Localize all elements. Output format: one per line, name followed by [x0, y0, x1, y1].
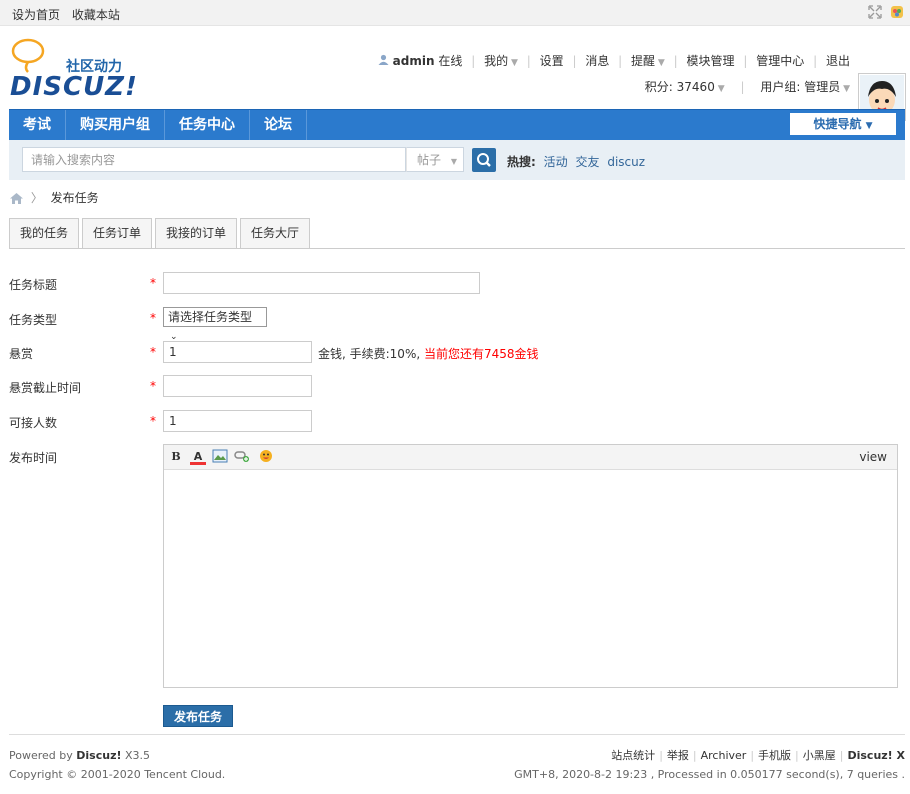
editor-toolbar: B A view [164, 445, 897, 470]
deadline-input[interactable] [163, 375, 312, 397]
footer-right: 站点统计 | 举报 | Archiver | 手机版 | 小黑屋 | Discuz! X GMT+8… [514, 746, 905, 784]
top-icons [868, 5, 904, 19]
breadcrumb: 〉 发布任务 [10, 189, 99, 206]
tab-task-orders[interactable]: 任务订单 [82, 218, 153, 248]
nav-item-forum[interactable]: 论坛 [250, 110, 307, 140]
copyright: Copyright © 2001-2020 Tencent Cloud. [9, 768, 226, 781]
required-mark: * [150, 414, 156, 428]
nav-item-exam[interactable]: 考试 [9, 110, 66, 140]
menu-settings[interactable]: 设置 [540, 54, 564, 68]
required-mark: * [150, 345, 156, 359]
user-group[interactable]: 用户组: 管理员 [760, 80, 840, 94]
reward-input[interactable]: 1 [163, 341, 312, 363]
editor-view-toggle[interactable]: view [859, 450, 887, 464]
menu-messages[interactable]: 消息 [585, 54, 609, 68]
tab-accepted-orders[interactable]: 我接的订单 [155, 218, 238, 248]
powered-brand[interactable]: Discuz! [76, 749, 121, 762]
hot-word-friends[interactable]: 交友 [575, 155, 599, 169]
nav-item-task-center[interactable]: 任务中心 [165, 110, 250, 140]
link-icon[interactable] [234, 449, 250, 465]
search-input[interactable]: 请输入搜索内容 [22, 147, 406, 172]
fullscreen-icon[interactable] [868, 5, 882, 19]
task-type-value: 请选择任务类型 [168, 310, 253, 324]
search-button[interactable] [472, 148, 496, 172]
menu-admin-center[interactable]: 管理中心 [756, 54, 804, 68]
reward-hint: 金钱, 手续费:10%, 当前您还有7458金钱 [318, 345, 539, 362]
quick-nav-button[interactable]: 快捷导航 ▼ [790, 113, 896, 135]
menu-logout[interactable]: 退出 [826, 54, 850, 68]
menu-module-manage[interactable]: 模块管理 [687, 54, 735, 68]
menu-reminders[interactable]: 提醒 [631, 54, 655, 68]
hot-word-activity[interactable]: 活动 [544, 155, 568, 169]
hot-search: 热搜: 活动 交友 discuz [507, 153, 645, 170]
search-type-value: 帖子 [417, 153, 442, 167]
footer-link-blacklist[interactable]: 小黑屋 [803, 749, 836, 762]
footer-link-report[interactable]: 举报 [667, 749, 689, 762]
search-type-select[interactable]: 帖子 ▼ [406, 147, 464, 172]
required-mark: * [150, 311, 156, 325]
content-editor[interactable]: B A view [163, 444, 898, 688]
powered-version: X3.5 [125, 749, 151, 762]
people-label: 可接人数 [9, 416, 58, 430]
reward-balance: 当前您还有7458金钱 [424, 347, 539, 361]
task-type-label: 任务类型 [9, 313, 58, 327]
reward-label: 悬赏 [9, 347, 34, 361]
top-bar: 设为首页 收藏本站 [0, 0, 910, 26]
set-home-link[interactable]: 设为首页 [12, 8, 60, 22]
breadcrumb-current: 发布任务 [50, 191, 99, 205]
site-logo[interactable]: 社区动力 DISCUZ! [10, 38, 140, 108]
online-status: 在线 [438, 54, 463, 68]
header: 社区动力 DISCUZ! admin 在线 | 我的 ▼ | 设置 | 消息 |… [0, 26, 910, 121]
logo-bubble-icon [11, 38, 45, 73]
task-title-input[interactable] [163, 272, 480, 294]
user-icon [378, 54, 393, 68]
hot-search-label: 热搜: [507, 155, 536, 169]
footer-link-discuz[interactable]: Discuz! X [847, 749, 905, 762]
top-links: 设为首页 收藏本站 [12, 6, 128, 23]
deadline-label: 悬赏截止时间 [9, 381, 82, 395]
tab-my-tasks[interactable]: 我的任务 [9, 218, 80, 248]
task-type-select[interactable]: 请选择任务类型 ⌄ [163, 307, 267, 342]
hot-word-discuz[interactable]: discuz [607, 155, 645, 169]
required-mark: * [150, 276, 156, 290]
footer-link-archiver[interactable]: Archiver [701, 749, 747, 762]
menu-my[interactable]: 我的 [484, 54, 508, 68]
search-bar: 请输入搜索内容 帖子 ▼ 热搜: 活动 交友 discuz [9, 140, 905, 180]
bold-button[interactable]: B [168, 449, 184, 465]
people-input[interactable]: 1 [163, 410, 312, 432]
chevron-down-icon: ▼ [450, 157, 457, 166]
home-icon[interactable] [10, 193, 23, 204]
style-switch-icon[interactable] [890, 5, 904, 19]
footer-link-mobile[interactable]: 手机版 [758, 749, 791, 762]
footer-stats: GMT+8, 2020-8-2 19:23 , Processed in 0.0… [514, 768, 905, 781]
username[interactable]: admin [393, 54, 435, 68]
reward-hint-text: 金钱, 手续费:10%, [318, 347, 421, 361]
font-color-button[interactable]: A [190, 449, 206, 465]
task-tabs: 我的任务 任务订单 我接的订单 任务大厅 [9, 218, 905, 249]
required-mark: * [150, 379, 156, 393]
publish-task-button[interactable]: 发布任务 [163, 705, 233, 727]
quick-nav-label: 快捷导航 [813, 117, 862, 131]
footer-divider [9, 734, 905, 735]
task-title-label: 任务标题 [9, 278, 58, 292]
powered-prefix: Powered by [9, 749, 73, 762]
main-nav: 考试 购买用户组 任务中心 论坛 快捷导航 ▼ [9, 109, 905, 140]
image-icon[interactable] [212, 449, 228, 465]
nav-item-buy-group[interactable]: 购买用户组 [66, 110, 165, 140]
credit-info: 积分: 37460 ▼ | 用户组: 管理员 ▼ [644, 80, 850, 94]
publish-time-label: 发布时间 [9, 451, 58, 465]
search-icon [477, 153, 491, 167]
footer-left: Powered by Discuz! X3.5 Copyright © 2001… [9, 746, 225, 784]
footer-link-stats[interactable]: 站点统计 [611, 749, 655, 762]
credits[interactable]: 积分: 37460 [645, 80, 715, 94]
tab-task-hall[interactable]: 任务大厅 [240, 218, 311, 248]
smiley-icon[interactable] [258, 449, 274, 465]
favorite-link[interactable]: 收藏本站 [72, 8, 120, 22]
logo-brand: DISCUZ! [10, 72, 138, 102]
user-info: admin 在线 | 我的 ▼ | 设置 | 消息 | 提醒 ▼ | 模块管理 … [378, 52, 850, 69]
